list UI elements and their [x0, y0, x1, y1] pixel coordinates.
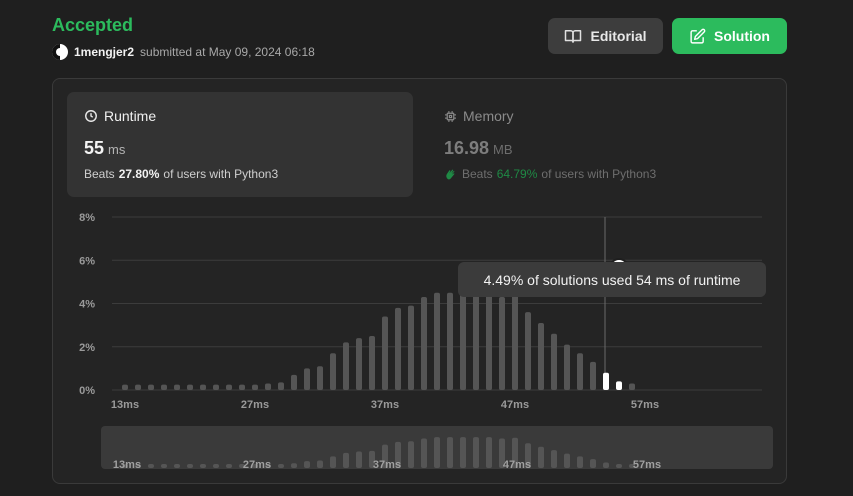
overview-bar	[161, 464, 167, 468]
bar[interactable]	[187, 384, 193, 390]
overview-bar	[187, 464, 193, 468]
x-tick-label: 37ms	[371, 399, 399, 411]
bar[interactable]	[525, 312, 531, 390]
bar[interactable]	[447, 292, 453, 390]
bar[interactable]	[161, 384, 167, 390]
overview-bar	[421, 438, 427, 468]
bar[interactable]	[122, 384, 128, 390]
overview-bar	[291, 463, 297, 468]
y-tick-label: 6%	[79, 255, 95, 267]
overview-tick-label: 57ms	[633, 459, 661, 471]
bar[interactable]	[213, 384, 219, 390]
bar[interactable]	[252, 384, 258, 390]
bar[interactable]	[369, 335, 375, 390]
bar[interactable]	[200, 384, 206, 390]
overview-bar	[304, 461, 310, 468]
overview-bar	[174, 464, 180, 468]
overview-bar	[434, 437, 440, 468]
bar[interactable]	[564, 344, 570, 390]
bar[interactable]	[538, 322, 544, 390]
overview-bar	[603, 462, 609, 468]
x-tick-label: 57ms	[631, 399, 659, 411]
overview-bar	[343, 452, 349, 468]
bar[interactable]	[486, 292, 492, 390]
overview-bar	[577, 456, 583, 468]
y-tick-label: 8%	[79, 212, 95, 224]
bar[interactable]	[356, 338, 362, 390]
overview-bar	[317, 460, 323, 468]
overview-bar	[460, 437, 466, 468]
bar[interactable]	[265, 383, 271, 390]
overview-bar	[148, 464, 154, 468]
bar[interactable]	[421, 297, 427, 390]
overview-bar	[551, 450, 557, 468]
bar[interactable]	[434, 292, 440, 390]
bar[interactable]	[577, 353, 583, 390]
overview-tick-label: 47ms	[503, 459, 531, 471]
overview-bar	[200, 464, 206, 468]
overview-bar	[330, 456, 336, 468]
bar[interactable]	[135, 384, 141, 390]
bar[interactable]	[460, 292, 466, 390]
overview-bar	[616, 464, 622, 468]
bar-highlight[interactable]	[603, 372, 609, 390]
y-tick-label: 4%	[79, 299, 95, 311]
overview-bar	[226, 464, 232, 468]
overview-tick-label: 27ms	[243, 459, 271, 471]
bar[interactable]	[473, 292, 479, 390]
bar[interactable]	[499, 297, 505, 390]
bar[interactable]	[226, 384, 232, 390]
bar-highlight[interactable]	[616, 381, 622, 390]
overview-bar	[486, 437, 492, 468]
overview-bar	[564, 453, 570, 468]
bar[interactable]	[408, 305, 414, 390]
bar[interactable]	[330, 353, 336, 390]
bar[interactable]	[343, 342, 349, 390]
overview-bar	[356, 451, 362, 468]
y-tick-label: 0%	[79, 385, 95, 397]
overview-bar	[213, 464, 219, 468]
bar[interactable]	[590, 361, 596, 390]
bar[interactable]	[395, 307, 401, 390]
overview-bar	[473, 437, 479, 468]
overview-tick-label: 37ms	[373, 459, 401, 471]
bar[interactable]	[382, 316, 388, 390]
overview-bar	[278, 464, 284, 468]
overview-bar	[538, 446, 544, 468]
bar[interactable]	[317, 366, 323, 390]
x-tick-label: 47ms	[501, 399, 529, 411]
x-tick-label: 27ms	[241, 399, 269, 411]
overview-bar	[590, 459, 596, 468]
x-tick-label: 13ms	[111, 399, 139, 411]
bar[interactable]	[512, 294, 518, 390]
bar[interactable]	[629, 383, 635, 390]
y-tick-label: 2%	[79, 342, 95, 354]
bar[interactable]	[304, 368, 310, 390]
chart-tooltip: 4.49% of solutions used 54 ms of runtime	[458, 262, 766, 297]
bar[interactable]	[239, 384, 245, 390]
runtime-distribution-chart[interactable]: 8% 6% 4% 2% 0% 13ms 27ms 37ms 47ms 57ms 13ms 27ms 37…	[0, 0, 853, 496]
overview-tick-label: 13ms	[113, 459, 141, 471]
bar[interactable]	[291, 374, 297, 390]
overview-bar	[408, 441, 414, 468]
bar[interactable]	[278, 382, 284, 390]
overview-bar	[447, 437, 453, 468]
bar[interactable]	[174, 384, 180, 390]
bar[interactable]	[551, 333, 557, 390]
bar[interactable]	[148, 384, 154, 390]
